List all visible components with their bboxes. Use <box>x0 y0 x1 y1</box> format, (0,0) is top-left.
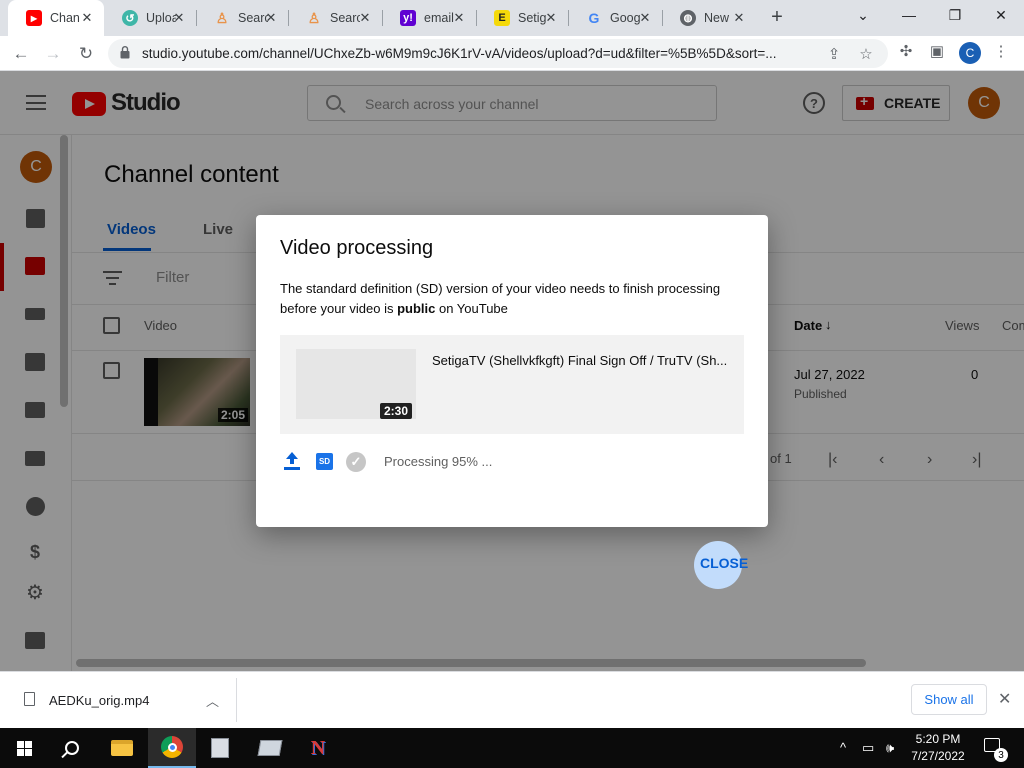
dialog-title: Video processing <box>280 237 434 259</box>
browser-toolbar: ← → ↻ studio.youtube.com/channel/UChxeZb… <box>0 36 1024 71</box>
browser-tab[interactable]: ◍ New ✕ <box>662 0 756 36</box>
network-icon[interactable]: ▭ <box>862 740 874 756</box>
window-close-button[interactable]: ✕ <box>978 0 1024 30</box>
close-button-label: CLOSE <box>700 555 749 571</box>
video-title: SetigaTV (Shellvkfkgft) Final Sign Off /… <box>432 353 728 368</box>
document-app-icon <box>211 738 229 758</box>
tab-search-button[interactable]: ⌄ <box>840 0 886 30</box>
taskbar-search-button[interactable] <box>48 728 96 768</box>
dialog-message-emphasis: public <box>397 301 436 316</box>
chrome-taskbar-button[interactable] <box>148 728 196 768</box>
extensions-icon[interactable]: ✣ <box>897 42 915 60</box>
e-site-icon: E <box>494 10 510 26</box>
show-all-button[interactable]: Show all <box>911 684 987 715</box>
system-clock[interactable]: 5:20 PM 7/27/2022 <box>910 731 966 765</box>
youtube-studio-icon: ▶ <box>26 10 42 26</box>
browser-tab[interactable]: ♙ Searc ✕ <box>196 0 288 36</box>
sd-processing-icon: SD <box>316 453 333 470</box>
url-text: studio.youtube.com/channel/UChxeZb-w6M9m… <box>142 46 777 61</box>
close-icon[interactable]: ✕ <box>450 9 468 27</box>
download-file-name[interactable]: AEDKu_orig.mp4 <box>49 693 149 708</box>
close-icon[interactable]: ✕ <box>636 9 654 27</box>
close-icon[interactable]: ✕ <box>170 9 188 27</box>
menu-kebab-icon[interactable]: ⋮ <box>992 42 1010 60</box>
clock-date: 7/27/2022 <box>911 749 965 763</box>
bookmark-star-icon[interactable]: ☆ <box>857 45 875 63</box>
address-bar[interactable]: studio.youtube.com/channel/UChxeZb-w6M9m… <box>108 39 888 68</box>
globe-icon: ◍ <box>680 10 696 26</box>
file-explorer-button[interactable] <box>98 728 146 768</box>
yahoo-icon: y! <box>400 10 416 26</box>
close-icon[interactable]: ✕ <box>998 689 1011 709</box>
person-search-icon: ♙ <box>307 9 321 26</box>
notification-count-badge: 3 <box>994 748 1008 762</box>
start-button[interactable] <box>0 728 48 768</box>
app-taskbar-button[interactable] <box>196 728 244 768</box>
app-taskbar-button[interactable] <box>246 728 294 768</box>
browser-tab[interactable]: E Setig ✕ <box>476 0 568 36</box>
close-icon[interactable]: ✕ <box>356 9 374 27</box>
clock-time: 5:20 PM <box>915 732 961 746</box>
close-icon[interactable]: ✕ <box>262 9 280 27</box>
volume-icon[interactable]: 🕪 <box>886 740 894 756</box>
dialog-message-text: on YouTube <box>435 301 508 316</box>
chrome-icon <box>161 736 183 758</box>
folder-icon <box>111 740 133 756</box>
video-card: 2:30 SetigaTV (Shellvkfkgft) Final Sign … <box>280 335 744 434</box>
close-icon[interactable]: ✕ <box>730 9 748 27</box>
browser-tab[interactable]: y! email ✕ <box>382 0 476 36</box>
share-icon[interactable]: ⇪ <box>825 45 843 63</box>
chevron-up-icon[interactable]: ︿ <box>206 691 219 710</box>
profile-avatar[interactable]: C <box>959 42 981 64</box>
browser-tab[interactable]: ♙ Searc ✕ <box>288 0 382 36</box>
browser-tab-strip: ▶ Chann ✕ ↺ Uploa ✕ ♙ Searc ✕ ♙ Searc ✕ … <box>0 0 1024 36</box>
dialog-message: The standard definition (SD) version of … <box>280 279 740 319</box>
new-tab-button[interactable]: + <box>766 6 788 28</box>
paint-app-icon <box>257 740 283 756</box>
minimize-button[interactable]: — <box>886 0 932 30</box>
upload-site-icon: ↺ <box>122 10 138 26</box>
upload-complete-icon <box>284 452 300 472</box>
person-search-icon: ♙ <box>215 9 229 26</box>
download-bar: AEDKu_orig.mp4 ︿ Show all ✕ <box>0 671 1024 728</box>
checks-icon: ✓ <box>346 452 366 472</box>
side-panel-icon[interactable]: ▣ <box>928 42 946 60</box>
app-taskbar-button[interactable]: N <box>294 728 342 768</box>
restore-button[interactable]: ❐ <box>932 0 978 30</box>
reload-button[interactable]: ↻ <box>73 41 99 67</box>
video-thumbnail-placeholder: 2:30 <box>296 349 416 419</box>
chevron-up-icon[interactable]: ^ <box>840 740 846 755</box>
close-icon[interactable]: ✕ <box>542 9 560 27</box>
browser-tab[interactable]: ↺ Uploa ✕ <box>104 0 196 36</box>
back-button[interactable]: ← <box>8 41 34 67</box>
video-processing-dialog: Video processing The standard definition… <box>256 215 768 589</box>
video-duration: 2:30 <box>379 403 412 419</box>
divider <box>236 678 237 722</box>
close-icon[interactable]: ✕ <box>78 9 96 27</box>
windows-taskbar: N ^ ▭ 🕪 5:20 PM 7/27/2022 3 <box>0 728 1024 768</box>
windows-logo-icon <box>16 740 32 756</box>
file-icon <box>24 692 35 706</box>
browser-tab[interactable]: G Goog ✕ <box>568 0 662 36</box>
tab-title: Chann <box>50 11 80 25</box>
processing-status-text: Processing 95% ... <box>384 454 493 469</box>
lock-icon <box>120 46 130 59</box>
browser-tab[interactable]: ▶ Chann ✕ <box>8 0 104 36</box>
forward-button[interactable]: → <box>40 41 66 67</box>
n-app-icon: N <box>310 736 326 759</box>
search-icon <box>65 741 79 755</box>
studio-page: Studio Search across your channel ? CREA… <box>0 71 1024 671</box>
google-icon: G <box>588 10 600 26</box>
